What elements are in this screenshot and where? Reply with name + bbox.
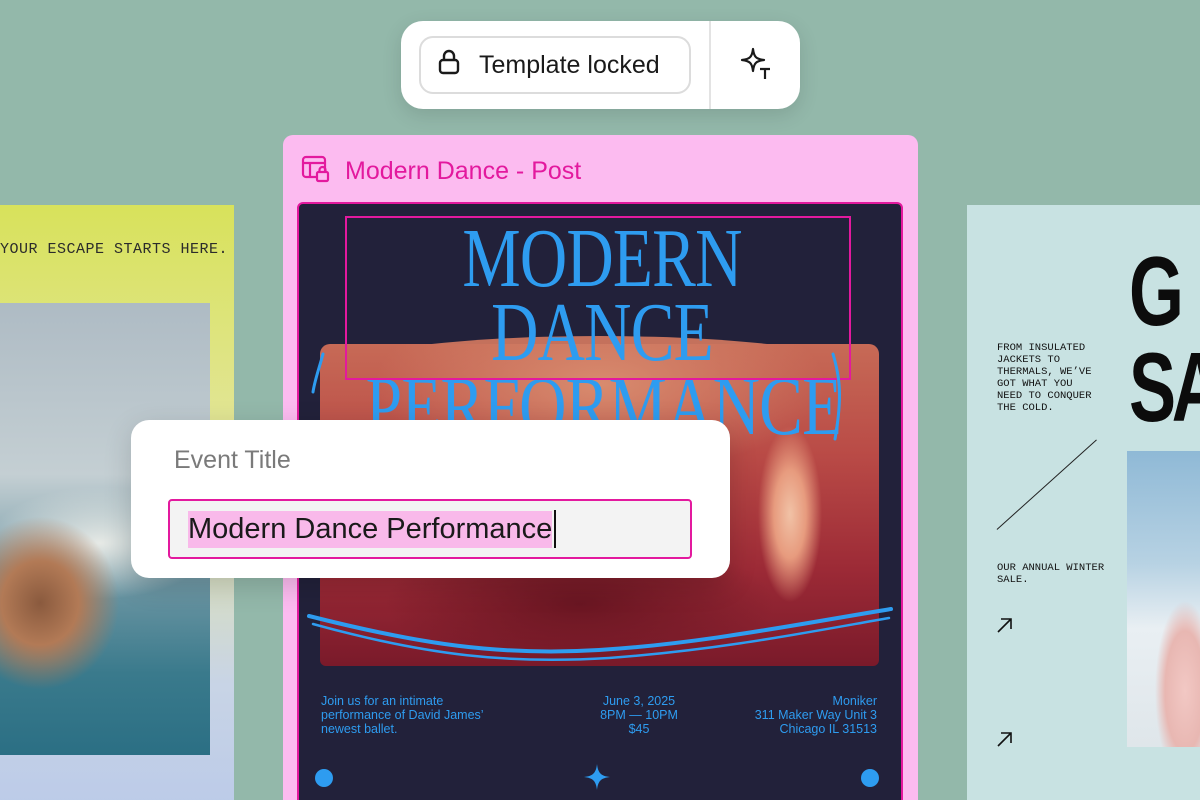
right-template-card[interactable]: G SA FROM INSULATED JACKETS TO THERMALS,…: [967, 205, 1200, 800]
left-card-tagline: YOUR ESCAPE STARTS HERE.: [0, 241, 229, 258]
description-line: Join us for an intimate: [321, 694, 444, 708]
lock-icon: [437, 49, 461, 82]
sparkle-decoration-icon: [584, 764, 610, 790]
sale-line: SALE.: [997, 574, 1029, 586]
template-lock-icon: [301, 153, 331, 190]
right-card-diagonal-line: [996, 439, 1097, 531]
right-card-headline-line1: G: [1129, 236, 1184, 346]
sparkle-text-icon: [739, 46, 773, 85]
arrow-up-right-icon: [997, 732, 1012, 747]
decorative-dot: [315, 769, 333, 787]
venue-name: Moniker: [832, 694, 877, 708]
arrow-up-right-icon: [997, 618, 1012, 633]
blurb-line: NEED TO CONQUER: [997, 390, 1092, 402]
decorative-dot: [861, 769, 879, 787]
description-line: performance of David James’: [321, 708, 484, 722]
event-title-label: Event Title: [174, 446, 291, 474]
event-title-popover: Event Title Modern Dance Performance: [131, 420, 730, 578]
venue-city-line: Chicago IL 31513: [779, 722, 877, 736]
description-line: newest ballet.: [321, 722, 398, 736]
right-card-sale-text: OUR ANNUAL WINTER SALE.: [997, 562, 1104, 586]
ai-text-button[interactable]: [711, 21, 800, 109]
frame-title: Modern Dance - Post: [301, 153, 581, 190]
template-locked-label: Template locked: [479, 50, 660, 79]
poster-venue[interactable]: Moniker 311 Maker Way Unit 3 Chicago IL …: [687, 694, 877, 736]
blurb-line: JACKETS TO: [997, 354, 1061, 366]
right-card-photo: [1127, 451, 1200, 747]
poster-description[interactable]: Join us for an intimate performance of D…: [321, 694, 511, 736]
frame-title-label: Modern Dance - Post: [345, 157, 582, 185]
venue-address-line: 311 Maker Way Unit 3: [754, 708, 877, 722]
right-card-blurb: FROM INSULATED JACKETS TO THERMALS, WE’V…: [997, 342, 1092, 414]
text-caret: [554, 510, 557, 548]
template-toolbar: Template locked: [401, 21, 800, 109]
right-card-headline-line2: SA: [1129, 332, 1200, 443]
template-locked-button[interactable]: Template locked: [419, 36, 691, 94]
blurb-line: GOT WHAT YOU: [997, 378, 1073, 390]
blurb-line: THERMALS, WE’VE: [997, 366, 1092, 378]
event-title-value: Modern Dance Performance: [188, 510, 553, 548]
blurb-line: FROM INSULATED: [997, 342, 1086, 354]
event-title-input[interactable]: Modern Dance Performance: [168, 499, 692, 559]
blurb-line: THE COLD.: [997, 402, 1054, 414]
headline-selection-box[interactable]: [345, 216, 851, 380]
sale-line: OUR ANNUAL WINTER: [997, 562, 1105, 574]
right-card-headline: G SA: [1129, 236, 1200, 443]
